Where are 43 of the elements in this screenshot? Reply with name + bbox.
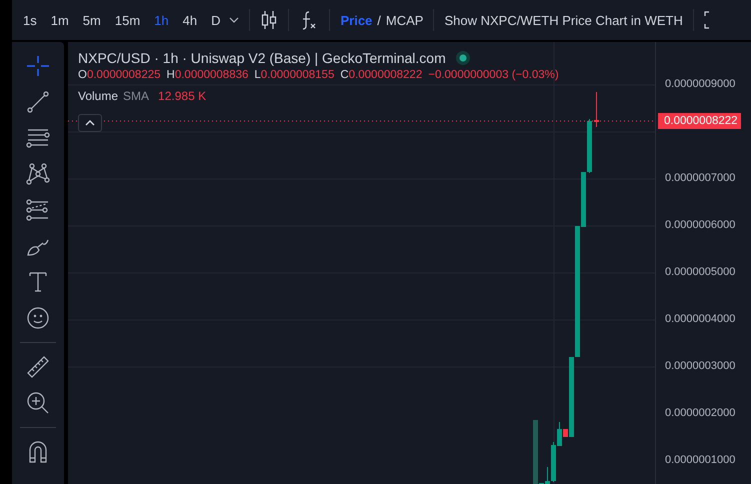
price-axis-label: 0.0000004000: [665, 314, 736, 325]
line-icon[interactable]: [25, 90, 51, 114]
last-price-badge: 0.0000008222: [658, 113, 741, 129]
candle: [594, 92, 599, 128]
interval-tab[interactable]: 1s: [18, 10, 42, 30]
candlestick-icon[interactable]: [260, 10, 278, 30]
price-mode-toggle[interactable]: Price: [340, 12, 372, 28]
chart-title: NXPC/USD · 1h · Uniswap V2 (Base) | GeckoTerminal.com: [78, 50, 446, 66]
volume-bar: [533, 420, 538, 484]
chevron-up-icon: [85, 120, 95, 126]
interval-tab[interactable]: 1m: [46, 10, 74, 30]
pattern-icon[interactable]: [25, 162, 51, 186]
ohlc-value: C0.0000008222: [340, 69, 422, 81]
levels-icon[interactable]: [25, 198, 51, 222]
interval-tab[interactable]: 4h: [178, 10, 202, 30]
price-axis-label: 0.0000001000: [665, 455, 736, 466]
interval-tab[interactable]: D: [206, 10, 226, 30]
crosshair-icon[interactable]: [25, 54, 51, 78]
price-axis-label: 0.0000005000: [665, 267, 736, 278]
zoom-in-icon[interactable]: [25, 391, 51, 415]
interval-tab[interactable]: 1h: [149, 10, 174, 30]
smiley-icon[interactable]: [25, 306, 51, 330]
price-axis-label: 0.0000003000: [665, 361, 736, 372]
price-axis-label: 0.0000006000: [665, 220, 736, 231]
interval-tab[interactable]: 15m: [110, 10, 146, 30]
collapse-button[interactable]: [78, 114, 102, 132]
price-change: −0.0000000003 (−0.03%): [428, 69, 559, 81]
ruler-icon[interactable]: [25, 355, 51, 379]
chevron-down-icon[interactable]: [229, 17, 240, 23]
price-axis-label: 0.0000007000: [665, 173, 736, 184]
sma-label: SMA: [123, 89, 150, 103]
price-axis-label: 0.0000002000: [665, 408, 736, 419]
status-dot-icon: [456, 51, 470, 65]
price-mode-toggle[interactable]: MCAP: [386, 12, 424, 28]
interval-tab[interactable]: 5m: [78, 10, 106, 30]
volume-value: 12.985 K: [158, 89, 206, 103]
price-axis-label: 0.0000009000: [665, 79, 736, 90]
volume-label: Volume: [78, 89, 118, 103]
chart-link[interactable]: Show NXPC/WETH Price Chart in WETH: [444, 12, 683, 28]
ohlc-value: O0.0000008225: [78, 69, 161, 81]
ohlc-value: H0.0000008836: [166, 69, 248, 81]
toggle-separator: /: [377, 12, 381, 28]
ohlc-value: L0.0000008155: [254, 69, 334, 81]
